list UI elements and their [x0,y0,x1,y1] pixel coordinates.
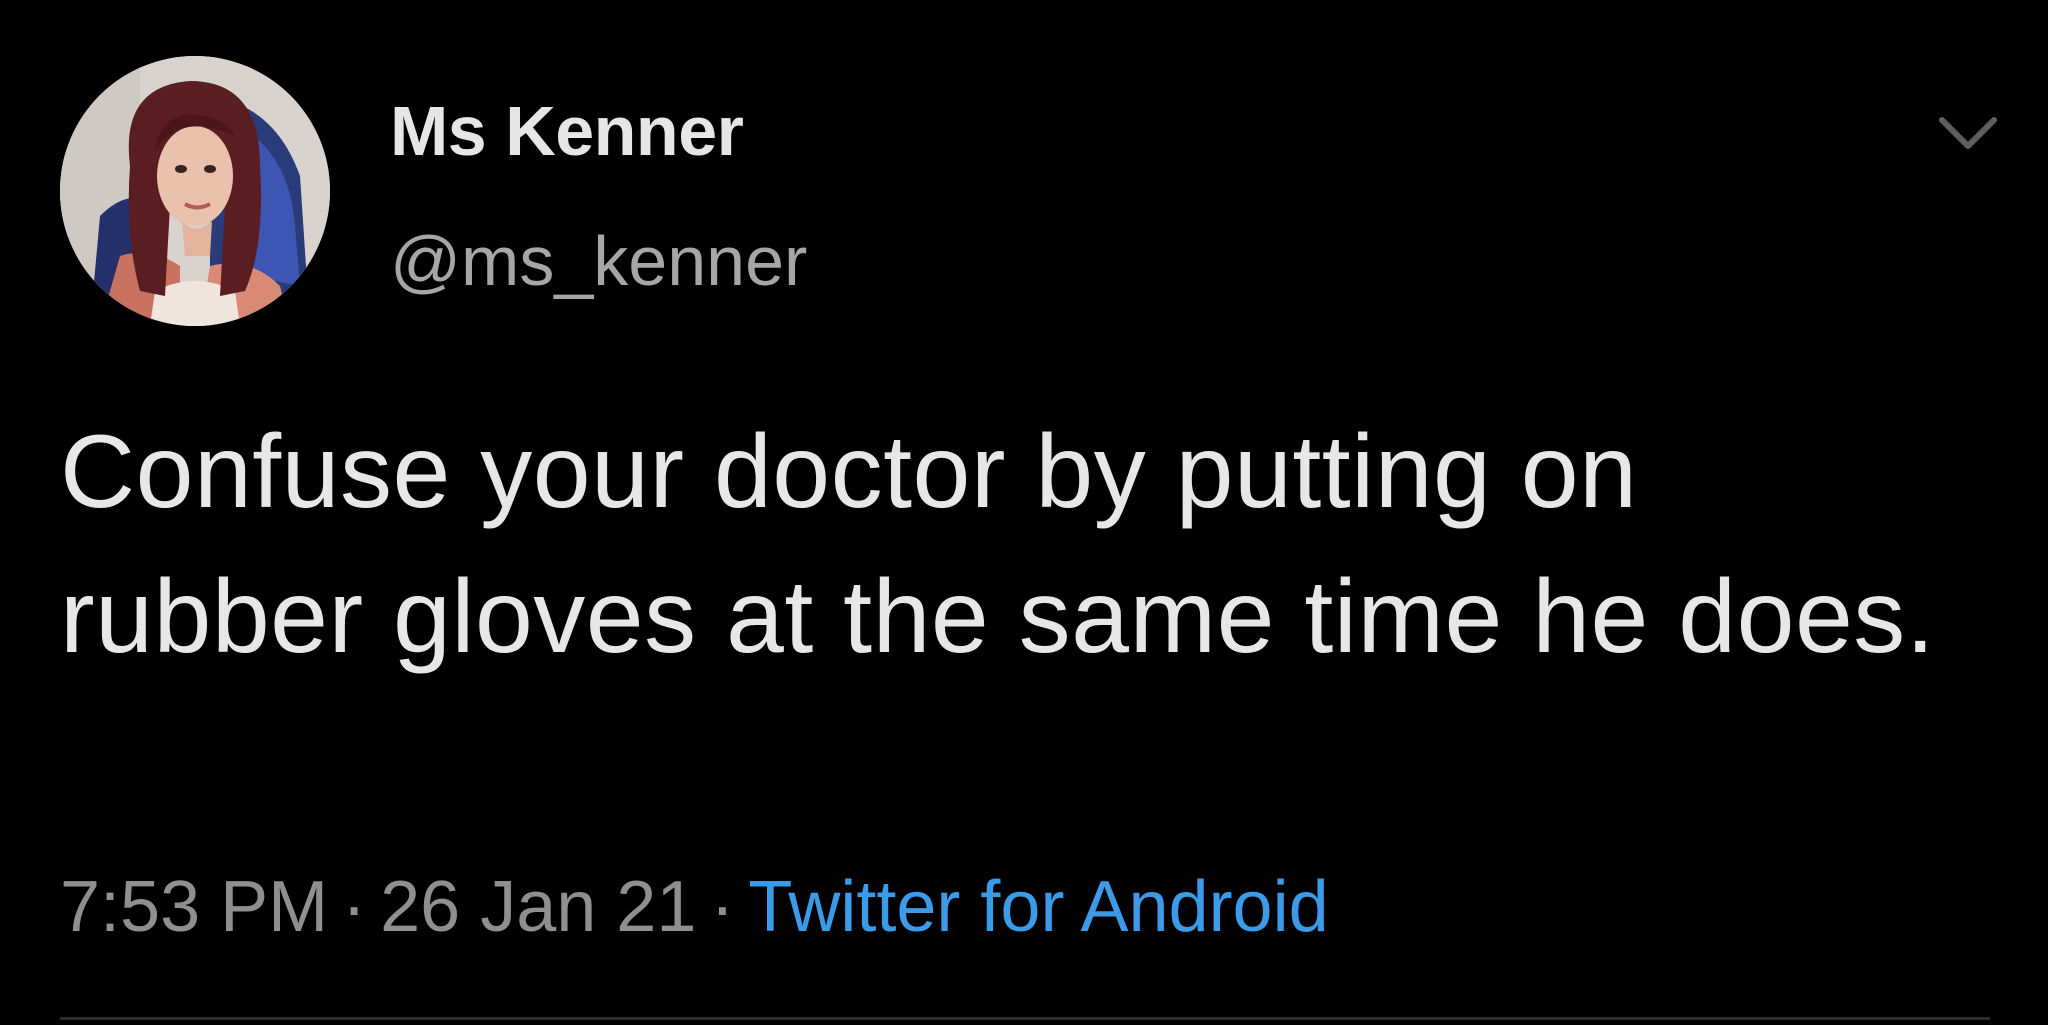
meta-separator: · [342,867,367,947]
tweet-date: 26 Jan 21 [380,867,697,947]
divider [60,1017,1990,1020]
meta-separator: · [710,867,735,947]
avatar-image [60,56,330,326]
tweet-card: Ms Kenner @ms_kenner Confuse your doctor… [0,0,2048,1025]
more-options-button[interactable] [1932,108,2004,160]
tweet-source-link[interactable]: Twitter for Android [748,867,1328,947]
chevron-down-icon [1939,117,1997,149]
tweet-time: 7:53 PM [60,867,329,947]
avatar[interactable] [60,56,330,326]
tweet-metadata: 7:53 PM · 26 Jan 21 · Twitter for Android [60,862,1329,952]
tweet-text: Confuse your doctor by putting on rubber… [60,414,1936,675]
display-name[interactable]: Ms Kenner [390,88,744,174]
user-handle[interactable]: @ms_kenner [390,218,807,304]
